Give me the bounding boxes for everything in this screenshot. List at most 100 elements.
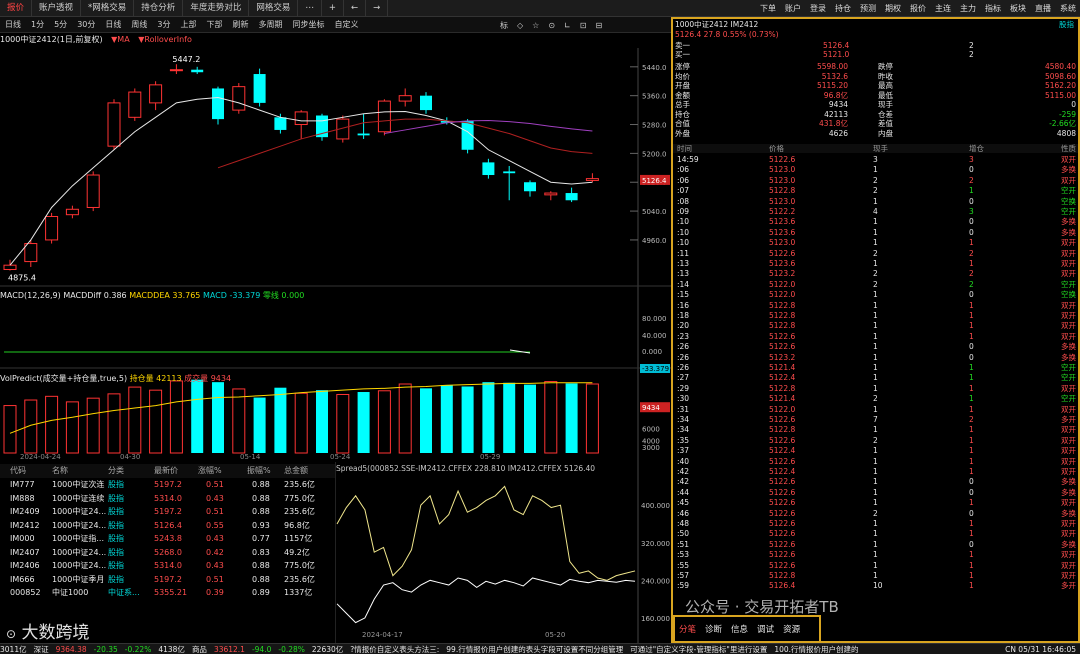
bottom-tab[interactable]: 资源 (783, 623, 800, 635)
menu-item[interactable]: 账户 (785, 3, 801, 14)
period-button[interactable]: 多周期 (253, 19, 287, 30)
watchlist-row[interactable]: IM2409 1000中证24... 股指 5197.2 0.51 0.88 235.6亿 (0, 505, 335, 519)
tick-volume: 1 (873, 363, 878, 372)
period-button[interactable]: 上部 (175, 19, 201, 30)
spread-date-start: 2024-04-17 (362, 631, 403, 639)
menu-item[interactable]: 登录 (810, 3, 826, 14)
stat-value: 5598.00 (816, 62, 848, 71)
tab-annual-trend[interactable]: 年度走势对比 (183, 0, 250, 17)
chart-tools: 标 ◇ ☆ ⊙ ∟ ⊡ ⊟ (500, 17, 602, 33)
menu-item[interactable]: 持仓 (835, 3, 851, 14)
menu-item[interactable]: 主连 (935, 3, 951, 14)
more-tabs-icon[interactable]: ⋯ (298, 0, 322, 17)
watchlist-row[interactable]: IM666 1000中证季月 股指 5197.2 0.51 0.88 235.6亿 (0, 573, 335, 587)
col-code[interactable]: 代码 (10, 464, 26, 478)
col-change-pct[interactable]: 涨幅% (198, 464, 222, 478)
col-name[interactable]: 名称 (52, 464, 68, 478)
watchlist-row[interactable]: 000852 中证1000 中证系... 5355.21 0.39 0.89 1337亿 (0, 586, 335, 600)
menu-item[interactable]: 直播 (1035, 3, 1051, 14)
category-cell: 中证系... (108, 588, 140, 597)
tick-time: :55 (677, 560, 690, 570)
tick-nature: 多开 (1061, 415, 1076, 424)
period-button[interactable]: 日线 (0, 19, 26, 30)
status-item: 4138亿 (158, 645, 185, 654)
index-futures-button[interactable]: 股指 (1059, 20, 1074, 29)
period-button[interactable]: 刷新 (227, 19, 253, 30)
status-item: -0.22% (124, 645, 152, 654)
period-button[interactable]: 周线 (126, 19, 152, 30)
back-button[interactable]: ← (344, 0, 367, 17)
chart-tool-icon[interactable]: ⊙ (548, 21, 555, 30)
bottom-tab[interactable]: 调试 (757, 623, 774, 635)
chart-tool-icon[interactable]: ∟ (564, 21, 571, 30)
tick-price: 5122.6 (769, 560, 796, 570)
menu-item[interactable]: 主力 (960, 3, 976, 14)
category-cell: 股指 (108, 520, 124, 530)
tick-oi-change: 1 (969, 331, 974, 341)
logo-text: 大数跨境 (21, 623, 90, 643)
bottom-tab[interactable]: 信息 (731, 623, 748, 635)
tick-price: 5122.6 (769, 342, 796, 352)
tick-row: :44 5122.6 1 0 多换 (673, 488, 1078, 497)
kline-chart[interactable]: 5440.05360.05280.05200.05120.05040.04960… (0, 48, 672, 462)
tab-grid-trading-draft[interactable]: *网格交易 (81, 0, 135, 17)
menu-item[interactable]: 系统 (1060, 3, 1076, 14)
chart-tool-icon[interactable]: 标 (500, 20, 508, 31)
chart-tool-icon[interactable]: ⊟ (595, 21, 602, 30)
ma-indicator[interactable]: ▼MA (111, 35, 130, 44)
tick-volume: 3 (873, 155, 878, 164)
rollover-indicator[interactable]: ▼RolloverInfo (138, 35, 192, 44)
price-tick-label: 5360.0 (642, 93, 667, 101)
menu-item[interactable]: 下单 (760, 3, 776, 14)
code-cell: IM2407 (10, 547, 40, 557)
tick-nature: 多换 (1061, 508, 1076, 518)
period-button[interactable]: 同步坐标 (287, 19, 329, 30)
col-amplitude-pct[interactable]: 振幅% (247, 464, 271, 478)
menu-item[interactable]: 指标 (985, 3, 1001, 14)
period-button[interactable]: 日线 (100, 19, 126, 30)
chart-tool-icon[interactable]: ☆ (532, 21, 539, 30)
tab-account[interactable]: 账户透视 (32, 0, 82, 17)
tick-oi-change: 0 (969, 539, 974, 549)
col-turnover[interactable]: 总金额 (284, 464, 308, 478)
col-last-price[interactable]: 最新价 (154, 464, 178, 478)
forward-button[interactable]: → (366, 0, 389, 17)
tick-oi-change: 1 (969, 446, 974, 456)
menu-item[interactable]: 板块 (1010, 3, 1026, 14)
col-category[interactable]: 分类 (108, 464, 124, 478)
tick-price: 5122.6 (769, 415, 796, 424)
watchlist-row[interactable]: IM2407 1000中证24... 股指 5268.0 0.42 0.83 49.2亿 (0, 546, 335, 560)
chart-tool-icon[interactable]: ⊡ (580, 21, 587, 30)
watchlist-row[interactable]: IM888 1000中证连续 股指 5314.0 0.43 0.88 775.0亿 (0, 492, 335, 506)
volume-bar (65, 401, 79, 454)
period-button[interactable]: 1分 (26, 19, 49, 30)
tab-quote[interactable]: 报价 (0, 0, 33, 17)
period-button[interactable]: 30分 (72, 19, 100, 30)
volume-bar (544, 381, 558, 454)
period-button[interactable]: 下部 (201, 19, 227, 30)
watchlist-row[interactable]: IM2406 1000中证24... 股指 5314.0 0.43 0.88 775.0亿 (0, 559, 335, 573)
period-button[interactable]: 自定义 (329, 19, 363, 30)
candle-body (503, 171, 516, 174)
tick-nature: 双开 (1061, 248, 1076, 258)
menu-item[interactable]: 预测 (860, 3, 876, 14)
macd-tick-label: 0.000 (642, 348, 662, 356)
period-button[interactable]: 5分 (49, 19, 72, 30)
amplitude-cell: 0.83 (252, 547, 270, 557)
bottom-tab[interactable]: 诊断 (705, 623, 722, 635)
menu-item[interactable]: 期权 (885, 3, 901, 14)
category-cell: 股指 (108, 574, 124, 584)
watchlist-row[interactable]: IM2412 1000中证24... 股指 5126.4 0.55 0.93 96.8亿 (0, 519, 335, 533)
menu-item[interactable]: 报价 (910, 3, 926, 14)
spread-chart[interactable]: 400.000 320.000 240.000 160.000 (335, 462, 672, 643)
period-button[interactable]: 3分 (152, 19, 175, 30)
tab-position-analysis[interactable]: 持仓分析 (134, 0, 184, 17)
add-tab-button[interactable]: + (322, 0, 344, 17)
bottom-tab[interactable]: 分笔 (679, 623, 696, 635)
watchlist-row[interactable]: IM000 1000中证指... 股指 5243.8 0.43 0.77 1157亿 (0, 532, 335, 546)
category-cell: 股指 (108, 561, 124, 570)
chart-tool-icon[interactable]: ◇ (517, 21, 523, 30)
tab-grid-trading[interactable]: 网格交易 (249, 0, 299, 17)
watchlist-row[interactable]: IM777 1000中证次连 股指 5197.2 0.51 0.88 235.6亿 (0, 478, 335, 492)
tick-volume: 1 (873, 571, 878, 580)
